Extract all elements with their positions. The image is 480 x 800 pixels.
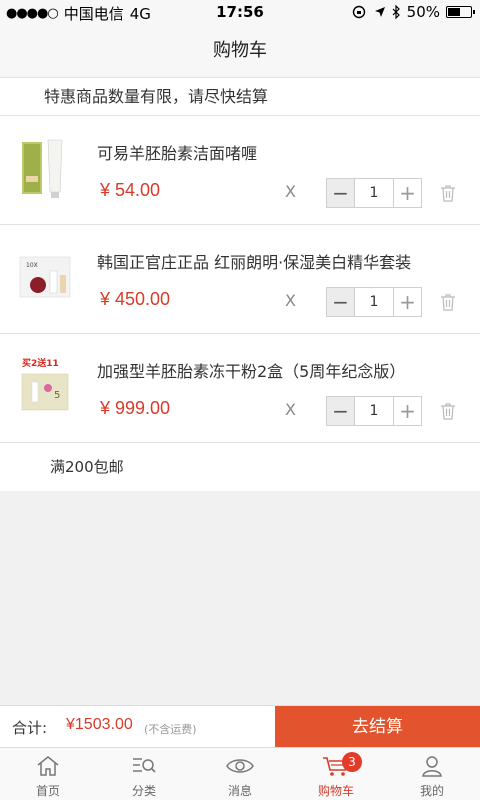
shipping-note: 满200包邮 xyxy=(50,458,124,476)
trash-icon[interactable] xyxy=(440,293,456,311)
product-title[interactable]: 韩国正官庄正品 红丽朗明·保湿美白精华套装 xyxy=(97,249,411,273)
cart-item[interactable]: 可易羊胚胎素洁面啫喱 ¥ 54.00 X − 1 + xyxy=(0,116,480,225)
home-icon xyxy=(37,756,59,776)
product-price: ¥ 54.00 xyxy=(100,180,161,200)
total-label: 合计: xyxy=(12,719,48,737)
battery-percent: 50% xyxy=(406,3,440,21)
promo-label: 买2送11 xyxy=(22,357,59,369)
decrease-button[interactable]: − xyxy=(327,179,355,207)
multiply-symbol: X xyxy=(285,291,296,310)
increase-button[interactable]: + xyxy=(393,397,421,425)
shipping-excluded-note: (不含运费) xyxy=(144,723,197,736)
tab-messages[interactable]: 消息 xyxy=(192,748,288,800)
cart-count-badge: 3 xyxy=(342,752,362,772)
promo-notice: 特惠商品数量有限，请尽快结算 xyxy=(0,78,480,116)
product-price: ¥ 999.00 xyxy=(100,398,171,418)
tab-profile[interactable]: 我的 xyxy=(384,748,480,800)
page-title: 购物车 xyxy=(213,40,267,61)
svg-text:10X: 10X xyxy=(26,262,38,269)
tab-label: 首页 xyxy=(35,784,60,798)
tab-label: 消息 xyxy=(227,784,252,798)
tab-label: 分类 xyxy=(131,784,156,798)
quantity-stepper[interactable]: − 1 + xyxy=(326,287,422,317)
category-search-icon xyxy=(133,758,156,773)
tab-category[interactable]: 分类 xyxy=(96,748,192,800)
decrease-button[interactable]: − xyxy=(327,397,355,425)
tab-home[interactable]: 首页 xyxy=(0,748,96,800)
tab-label: 我的 xyxy=(419,784,444,798)
user-icon xyxy=(422,756,442,777)
tab-bar: 首页 分类 消息 3 购物车 我的 xyxy=(0,747,480,800)
svg-text:5: 5 xyxy=(54,390,60,401)
cart-item[interactable]: 买2送11 5 加强型羊胚胎素冻干粉2盒（5周年纪念版） ¥ 999.00 X … xyxy=(0,334,480,443)
total-amount: ¥1503.00 xyxy=(66,716,133,733)
trash-icon[interactable] xyxy=(440,402,456,420)
multiply-symbol: X xyxy=(285,400,296,419)
quantity-value[interactable]: 1 xyxy=(355,288,393,316)
product-image-freeze-dried-powder[interactable]: 买2送11 5 xyxy=(18,354,72,420)
checkout-button[interactable]: 去结算 xyxy=(275,706,480,748)
quantity-value[interactable]: 1 xyxy=(355,397,393,425)
rotation-lock-icon xyxy=(352,5,365,19)
cart-list: 可易羊胚胎素洁面啫喱 ¥ 54.00 X − 1 + 10X 韩国正官庄正品 红… xyxy=(0,116,480,491)
product-title[interactable]: 可易羊胚胎素洁面啫喱 xyxy=(97,140,257,164)
status-bar: ●●●●○ 中国电信 4G 17:56 50% xyxy=(0,0,480,24)
cart-item[interactable]: 10X 韩国正官庄正品 红丽朗明·保湿美白精华套装 ¥ 450.00 X − 1… xyxy=(0,225,480,334)
increase-button[interactable]: + xyxy=(393,288,421,316)
product-image-cleanser[interactable] xyxy=(18,136,72,202)
eye-icon xyxy=(226,759,254,773)
product-price: ¥ 450.00 xyxy=(100,289,171,309)
checkout-bar: 合计: ¥1503.00 (不含运费) 去结算 xyxy=(0,705,480,748)
decrease-button[interactable]: − xyxy=(327,288,355,316)
product-image-essence-set[interactable]: 10X xyxy=(18,245,72,311)
trash-icon[interactable] xyxy=(440,184,456,202)
quantity-stepper[interactable]: − 1 + xyxy=(326,396,422,426)
bluetooth-icon xyxy=(392,5,400,19)
tab-cart[interactable]: 3 购物车 xyxy=(288,748,384,800)
product-title[interactable]: 加强型羊胚胎素冻干粉2盒（5周年纪念版） xyxy=(97,358,405,382)
battery-icon xyxy=(446,6,475,18)
multiply-symbol: X xyxy=(285,182,296,201)
location-arrow-icon xyxy=(374,7,385,17)
quantity-value[interactable]: 1 xyxy=(355,179,393,207)
tab-label: 购物车 xyxy=(317,784,354,798)
increase-button[interactable]: + xyxy=(393,179,421,207)
nav-bar: 购物车 xyxy=(0,24,480,78)
quantity-stepper[interactable]: − 1 + xyxy=(326,178,422,208)
